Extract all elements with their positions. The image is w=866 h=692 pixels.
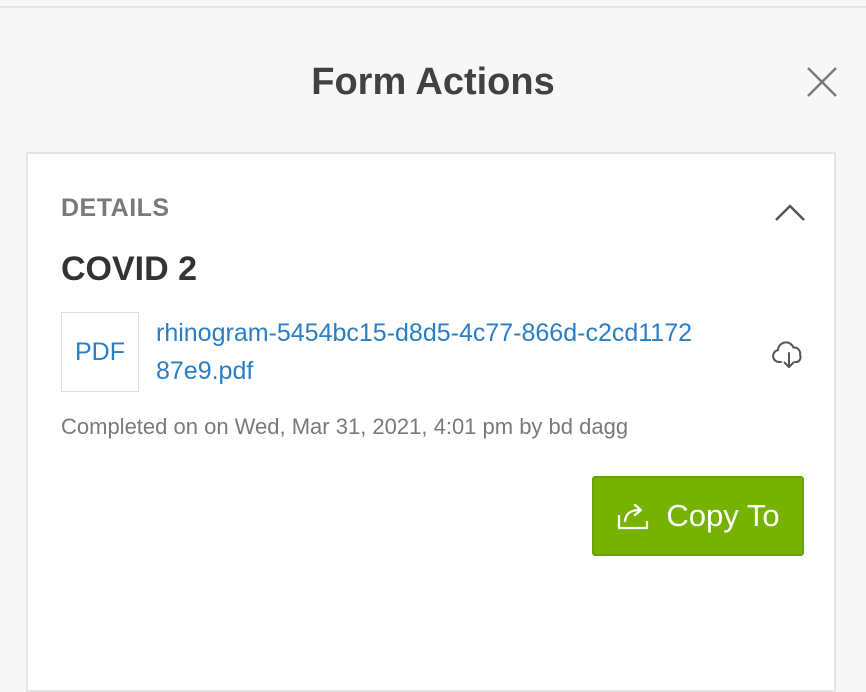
details-section-label: DETAILS — [61, 194, 170, 222]
cloud-download-icon — [772, 341, 802, 368]
file-name-link[interactable]: rhinogram-5454bc15-d8d5-4c77-866d-c2cd11… — [156, 314, 696, 390]
copy-to-button[interactable]: Copy To — [592, 476, 804, 556]
pdf-file-icon[interactable]: PDF — [61, 312, 139, 392]
close-icon — [807, 67, 837, 97]
file-type-label: PDF — [75, 337, 125, 366]
details-panel: DETAILS COVID 2 PDF rhinogram-5454bc15-d… — [26, 152, 836, 692]
completed-status: Completed on on Wed, Mar 31, 2021, 4:01 … — [61, 414, 629, 439]
form-name: COVID 2 — [61, 250, 198, 288]
chevron-up-icon — [775, 204, 805, 221]
download-button[interactable] — [772, 340, 806, 370]
close-button[interactable] — [800, 60, 844, 104]
collapse-button[interactable] — [772, 196, 808, 228]
share-icon — [618, 503, 649, 530]
modal-title: Form Actions — [311, 61, 555, 103]
copy-to-label: Copy To — [666, 498, 780, 533]
modal-header: Form Actions — [0, 8, 866, 153]
